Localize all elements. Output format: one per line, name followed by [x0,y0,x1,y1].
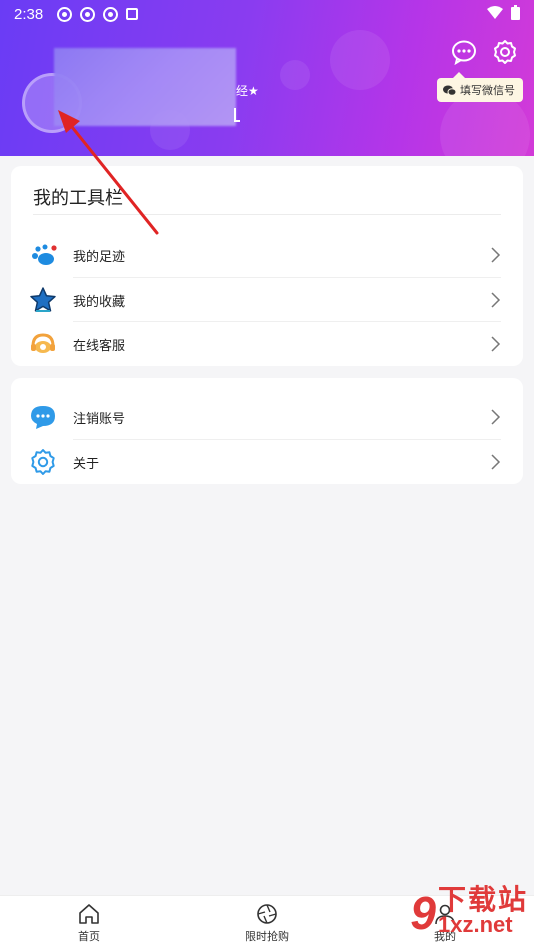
home-icon [79,903,99,924]
wifi-icon [487,5,503,19]
decor-bubble [280,60,310,90]
notification-icon [80,6,96,22]
fill-wechat-label: 填写微信号 [460,84,515,97]
chevron-right-icon [491,247,501,263]
shutter-icon [257,903,277,924]
tools-title: 我的工具栏 [33,188,123,209]
profile-header: 2:38 填写微信号 经★ [0,0,534,156]
watermark-top: 下载站 [437,884,528,915]
redacted-user-info [54,48,236,126]
status-time: 2:38 [14,5,44,23]
notification-icon [57,6,73,22]
fill-wechat-button[interactable]: 填写微信号 [437,72,523,102]
row-footprint[interactable]: 我的足迹 [11,233,523,277]
nav-label: 首页 [78,929,100,943]
tools-card: 我的工具栏 我的足迹 我的收藏 在线客服 [11,166,523,366]
account-card: 注销账号 关于 [11,378,523,484]
notification-icons [57,6,139,22]
nav-home[interactable]: 首页 [0,896,178,950]
watermark-text: 下载站 1xz.net [438,886,528,936]
nav-flash-sale[interactable]: 限时抢购 [178,896,356,950]
row-customer-service[interactable]: 在线客服 [11,322,523,366]
headset-icon [29,330,57,358]
row-label: 关于 [73,456,100,472]
row-favorites[interactable]: 我的收藏 [11,278,523,322]
site-watermark-logo: 9 下载站 1xz.net [410,886,528,939]
wechat-icon [443,85,456,96]
message-icon[interactable] [450,38,478,66]
battery-icon [511,5,520,20]
star-icon [29,286,57,314]
status-bar: 2:38 [0,0,534,28]
row-label: 在线客服 [73,338,126,354]
chevron-right-icon [491,292,501,308]
footprint-icon [29,241,57,269]
user-name-tail: 经★ [236,84,259,98]
notification-icon [103,6,119,22]
row-label: 我的足迹 [73,249,126,265]
notification-icon [126,8,139,20]
divider [33,214,501,215]
user-info-tail [234,108,240,122]
row-label: 我的收藏 [73,294,126,310]
watermark-digit: 9 [410,887,436,939]
settings-icon[interactable] [491,38,519,66]
nav-label: 限时抢购 [245,929,289,943]
chevron-right-icon [491,454,501,470]
chevron-right-icon [491,409,501,425]
chat-bubble-icon [29,403,57,431]
chevron-right-icon [491,336,501,352]
watermark-bottom: 1xz.net [437,912,513,937]
system-icons [487,5,520,20]
row-delete-account[interactable]: 注销账号 [11,395,523,439]
row-label: 注销账号 [73,411,126,427]
row-about[interactable]: 关于 [11,440,523,484]
decor-bubble [330,30,390,90]
gear-icon [29,448,57,476]
